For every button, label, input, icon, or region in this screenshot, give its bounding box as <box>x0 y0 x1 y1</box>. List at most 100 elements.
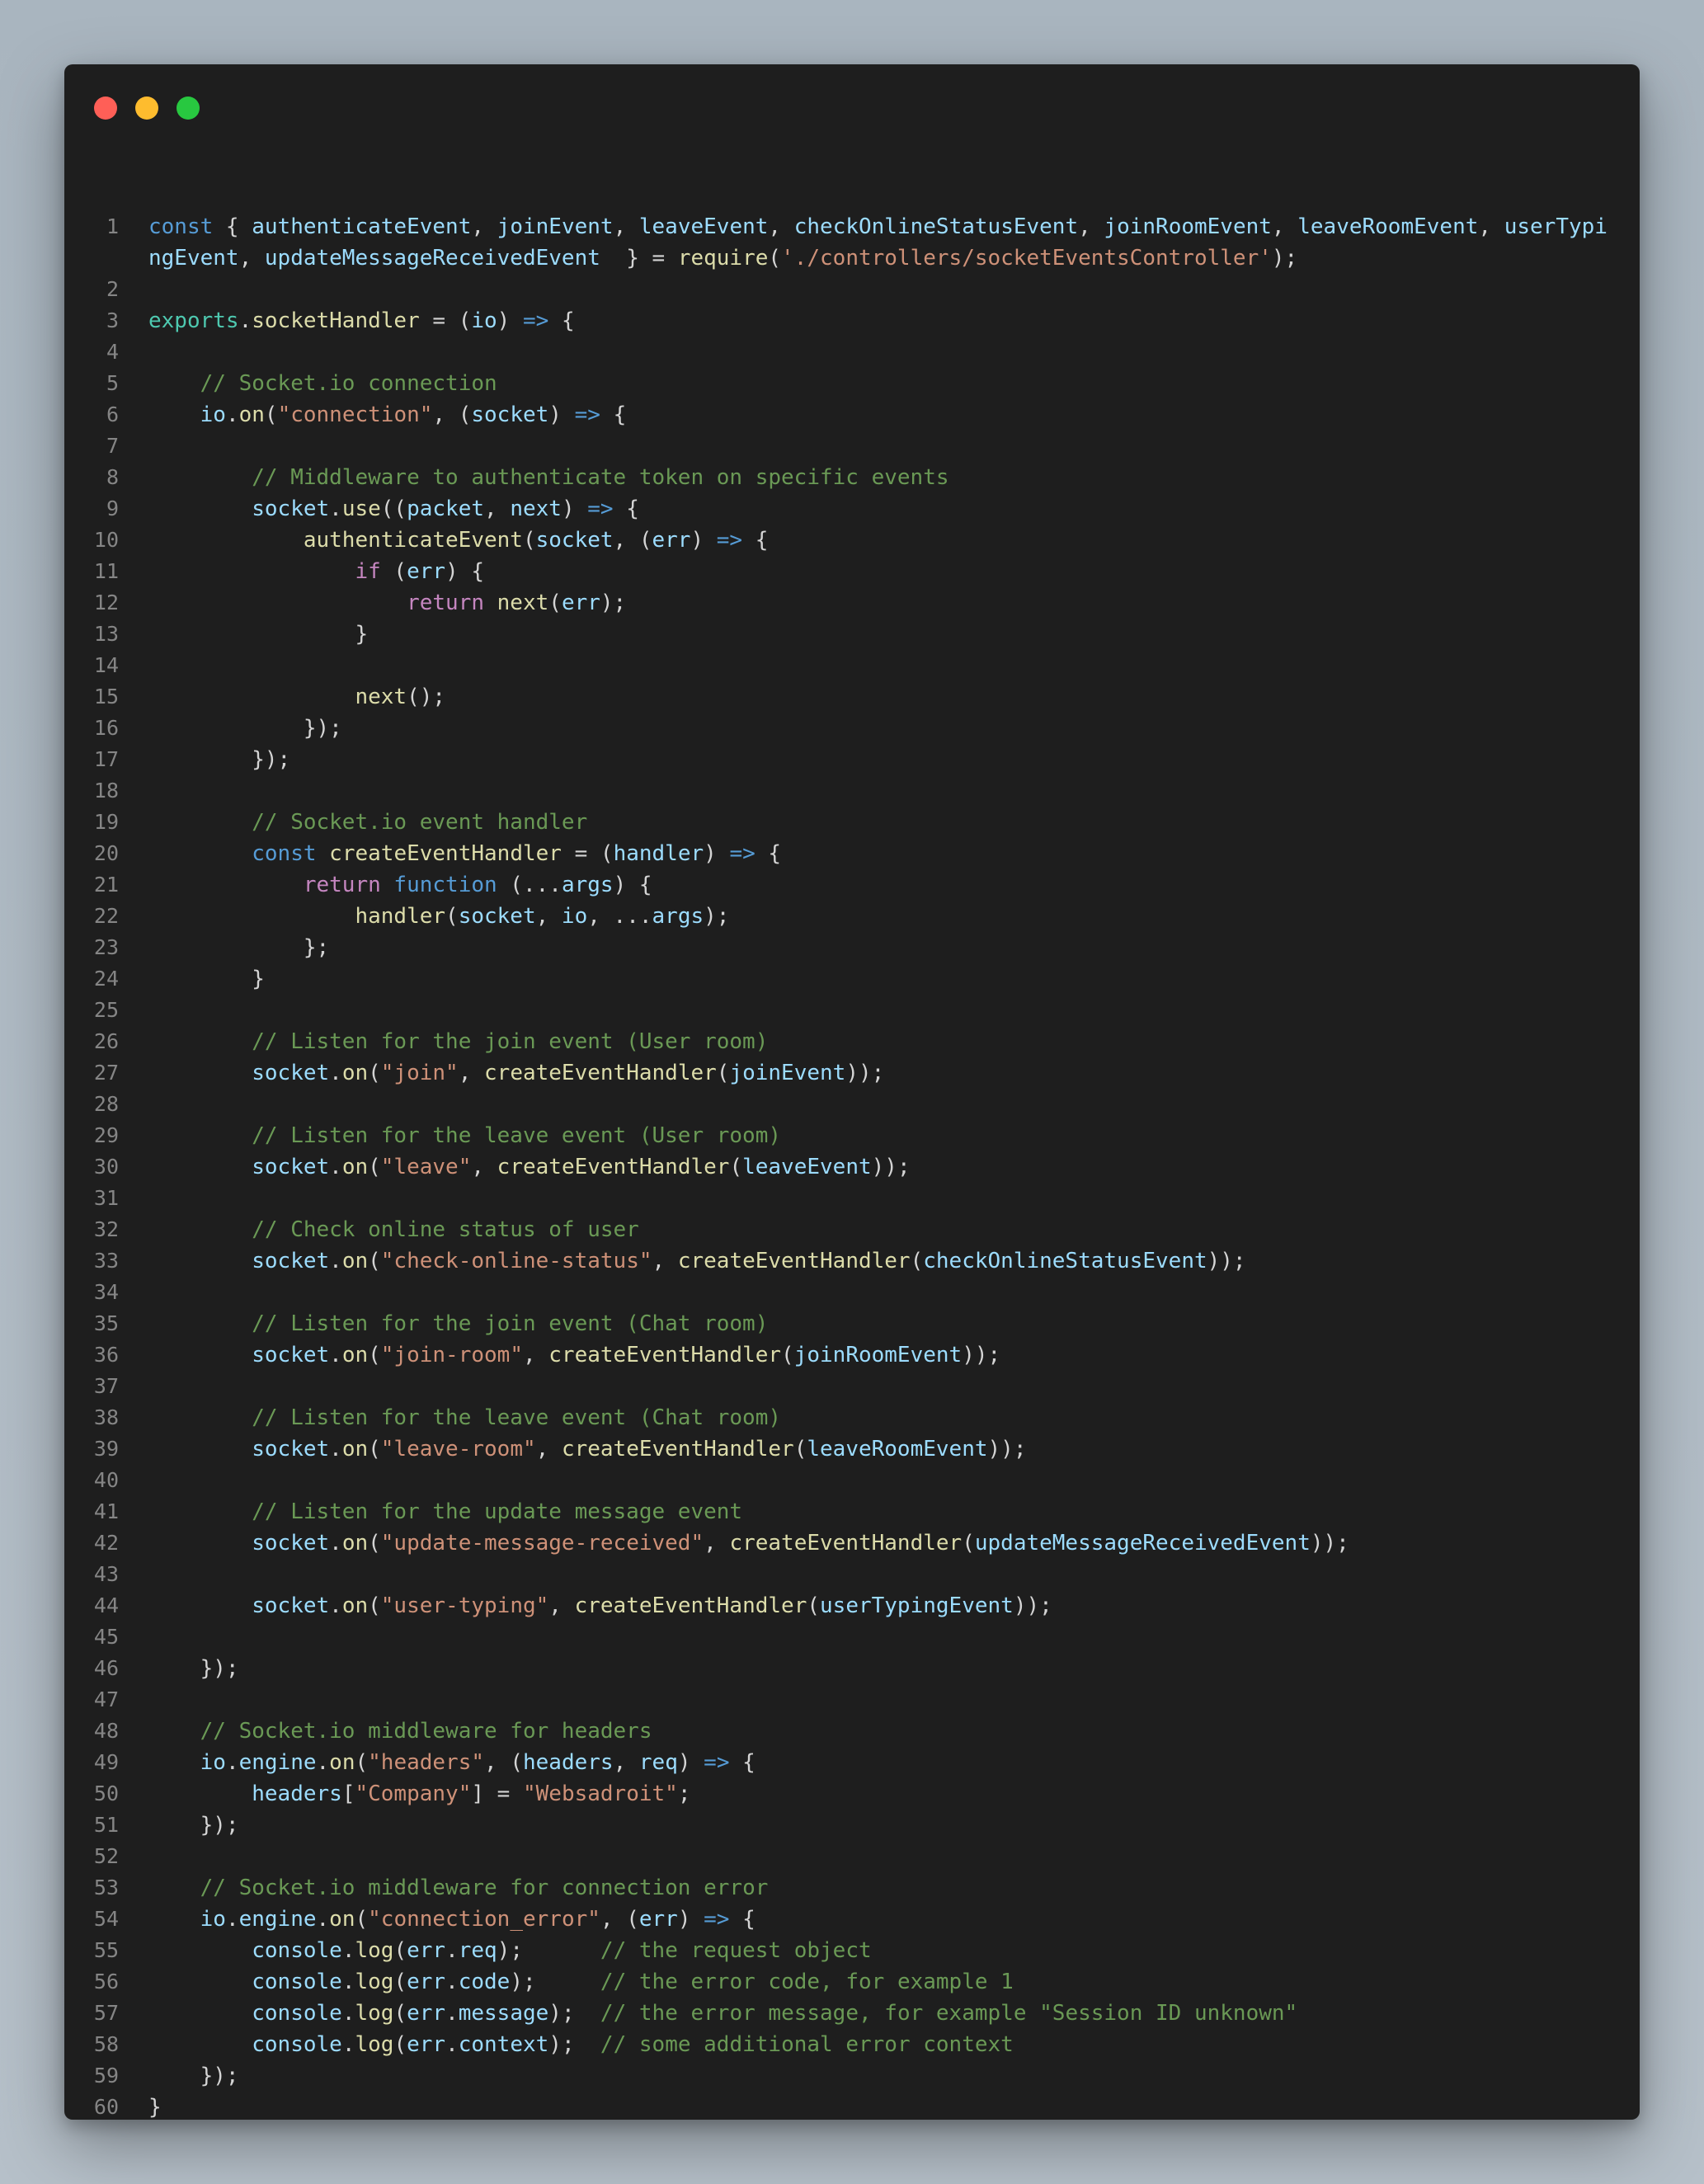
code-token: on <box>341 1061 369 1085</box>
code-line: 41 // Listen for the update message even… <box>64 1496 1640 1527</box>
line-number: 45 <box>93 1625 119 1649</box>
code-token: err <box>407 1938 446 1963</box>
code-token: return <box>407 591 484 615</box>
code-text: authenticateEvent(socket, (err) => { <box>148 525 1615 556</box>
code-line: 6 io.on("connection", (socket) => { <box>64 399 1640 431</box>
code-token: { <box>600 402 627 427</box>
code-token: io <box>200 1907 226 1932</box>
code-text: // Socket.io event handler <box>148 807 1615 838</box>
code-token: . <box>329 1249 342 1273</box>
code-token: , ( <box>484 1750 523 1775</box>
code-token: code <box>458 1970 511 1994</box>
code-token: { <box>755 841 782 866</box>
code-token: checkOnlineStatusEvent <box>923 1249 1207 1273</box>
code-line: 16 }); <box>64 713 1640 744</box>
code-token: on <box>341 1343 369 1367</box>
code-token: next <box>497 591 549 615</box>
code-line: 3 exports.socketHandler = (io) => { <box>64 305 1640 337</box>
code-token: ( <box>445 904 459 929</box>
code-token: . <box>341 1938 355 1963</box>
code-token: // the error message, for example "Sessi… <box>600 2001 1298 2026</box>
code-line: 22 handler(socket, io, ...args); <box>64 901 1640 932</box>
maximize-window-button[interactable] <box>177 96 200 120</box>
line-number: 38 <box>93 1405 119 1429</box>
code-token: { <box>613 497 639 521</box>
code-token: ( <box>962 1531 975 1556</box>
code-line: 2 <box>64 274 1640 305</box>
code-line: 60} <box>64 2092 1640 2120</box>
code-token: , <box>522 1343 549 1367</box>
code-token: = ( <box>561 841 614 866</box>
code-text: socket.on("update-message-received", cre… <box>148 1527 1615 1559</box>
minimize-window-button[interactable] <box>135 96 158 120</box>
code-token: . <box>341 2032 355 2057</box>
code-token: { <box>742 528 769 553</box>
code-line: 34 <box>64 1277 1640 1308</box>
code-token: io <box>471 308 497 333</box>
line-number: 58 <box>93 2032 119 2056</box>
code-token: headers <box>252 1782 342 1806</box>
code-token: ( <box>729 1155 743 1179</box>
code-token: . <box>341 1970 355 1994</box>
code-token: leaveEvent <box>742 1155 872 1179</box>
line-number: 7 <box>106 434 119 458</box>
code-token: , <box>484 497 511 521</box>
code-line: 54 io.engine.on("connection_error", (err… <box>64 1904 1640 1935</box>
code-line: 31 <box>64 1183 1640 1214</box>
line-number: 30 <box>93 1155 119 1179</box>
code-line: 46 }); <box>64 1653 1640 1684</box>
code-token: . <box>445 1938 459 1963</box>
code-text: io.engine.on("headers", (headers, req) =… <box>148 1747 1615 1778</box>
line-number: 54 <box>93 1907 119 1931</box>
code-token: ) <box>704 841 730 866</box>
code-token: "check-online-status" <box>380 1249 652 1273</box>
line-number: 55 <box>93 1938 119 1962</box>
code-token: socket <box>252 1437 330 1461</box>
code-token: ( <box>368 1155 381 1179</box>
code-token: ( <box>264 402 278 427</box>
code-line: 27 socket.on("join", createEventHandler(… <box>64 1057 1640 1089</box>
code-token: "Websadroit" <box>522 1782 678 1806</box>
code-token: ) <box>690 528 717 553</box>
line-number: 4 <box>106 340 119 364</box>
code-line: 59 }); <box>64 2060 1640 2092</box>
code-token: "headers" <box>368 1750 485 1775</box>
line-number: 56 <box>93 1970 119 1993</box>
code-token: { <box>729 1907 756 1932</box>
line-number: 57 <box>93 2001 119 2025</box>
code-token: ( <box>368 1343 381 1367</box>
code-line: 38 // Listen for the leave event (Chat r… <box>64 1402 1640 1433</box>
code-line: 57 console.log(err.message); // the erro… <box>64 1998 1640 2029</box>
code-token: ( <box>355 1750 369 1775</box>
code-token: , <box>652 1249 678 1273</box>
code-token: ) <box>677 1907 704 1932</box>
line-number: 28 <box>93 1092 119 1116</box>
code-line: 28 <box>64 1089 1640 1120</box>
code-token: socket <box>458 904 536 929</box>
line-number: 10 <box>93 528 119 552</box>
code-text: } <box>148 2092 1615 2120</box>
code-token: )); <box>1013 1593 1052 1618</box>
line-number: 6 <box>106 402 119 426</box>
code-line: 29 // Listen for the leave event (User r… <box>64 1120 1640 1151</box>
code-token: )); <box>1310 1531 1349 1556</box>
code-token: }); <box>148 716 342 741</box>
code-token: // Middleware to authenticate token on s… <box>252 465 949 490</box>
code-line: 42 socket.on("update-message-received", … <box>64 1527 1640 1559</box>
code-token: . <box>225 1907 239 1932</box>
code-token: , <box>1478 214 1504 239</box>
code-token: console <box>252 1938 342 1963</box>
code-line: 58 console.log(err.context); // some add… <box>64 2029 1640 2060</box>
code-text: socket.on("user-typing", createEventHand… <box>148 1590 1615 1622</box>
code-token: => <box>704 1907 730 1932</box>
close-window-button[interactable] <box>94 96 117 120</box>
line-number: 46 <box>93 1656 119 1680</box>
